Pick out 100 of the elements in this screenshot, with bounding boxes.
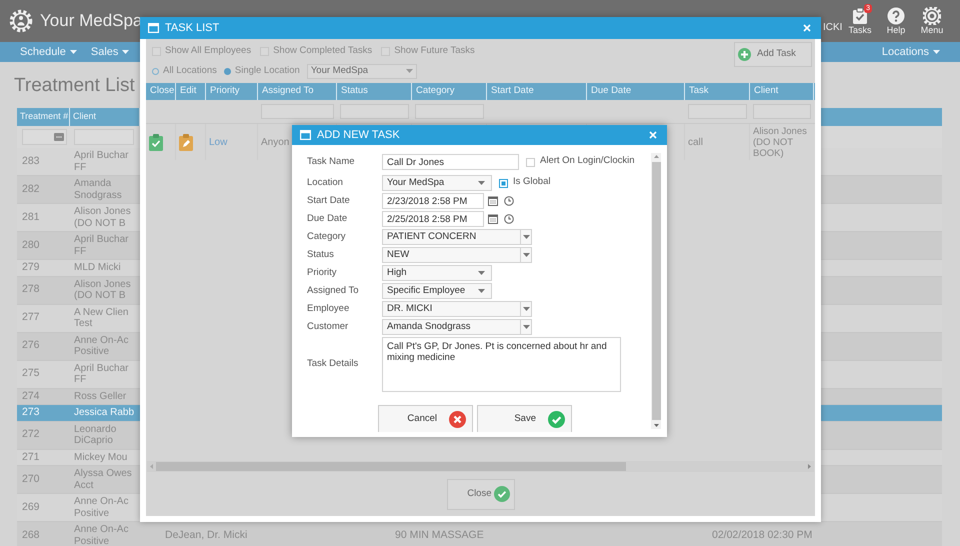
- app-logo-text: Your MedSpa: [40, 10, 142, 32]
- caret-icon: [522, 307, 530, 311]
- caret-icon: [522, 325, 530, 329]
- client-name: Amanda Snodgrass: [74, 178, 122, 201]
- scrollbar-thumb[interactable]: [652, 162, 660, 420]
- caret-icon: [933, 50, 940, 54]
- clipboard-check-icon: [149, 134, 163, 150]
- checkbox-label: Is Global: [513, 175, 550, 189]
- column-header[interactable]: Client: [750, 83, 814, 100]
- client-name: Leonardo DiCaprio: [74, 424, 116, 446]
- treatment-number: 280: [22, 238, 40, 251]
- table-cell: 90 MIN MASSAGE: [395, 528, 484, 541]
- treatment-number: 269: [22, 500, 40, 513]
- ellipsis-icon: [54, 133, 64, 141]
- text-field[interactable]: Call Dr Jones: [382, 154, 519, 170]
- nav-menu-item[interactable]: Schedule: [20, 44, 77, 60]
- priority-link[interactable]: Low: [209, 134, 228, 150]
- radio-button[interactable]: [224, 68, 231, 74]
- task-details-field[interactable]: Call Pt's GP, Dr Jones. Pt is concerned about hr and mixing medicine: [382, 337, 621, 392]
- filter-field[interactable]: [261, 104, 334, 119]
- column-header[interactable]: Category: [412, 83, 487, 100]
- dropdown[interactable]: High: [382, 265, 492, 281]
- down-arrow-icon: [652, 422, 660, 429]
- close-button[interactable]: [647, 129, 659, 141]
- close-button[interactable]: Close: [446, 478, 514, 510]
- column-header[interactable]: Start Date: [487, 83, 587, 100]
- table-cell: Alison Jones (DO NOT BOOK): [753, 126, 807, 158]
- column-header[interactable]: Due Date: [587, 83, 685, 100]
- column-header[interactable]: Status: [337, 83, 412, 100]
- caret-icon: [70, 50, 77, 54]
- field-label: Employee: [307, 302, 350, 316]
- dropdown[interactable]: DR. MICKI: [382, 301, 532, 317]
- settings-icon: [923, 6, 941, 24]
- toolbar-button[interactable]: Help: [882, 6, 910, 36]
- filter-field[interactable]: [340, 104, 409, 119]
- field-label: Start Date: [307, 194, 351, 208]
- filter-field[interactable]: [22, 129, 67, 145]
- horizontal-scrollbar[interactable]: [147, 461, 814, 472]
- field-label: Assigned To: [307, 284, 360, 298]
- dropdown[interactable]: NEW: [382, 247, 532, 263]
- client-name: April Buchar FF: [74, 150, 128, 173]
- plus-icon: [738, 48, 751, 61]
- add-task-button[interactable]: Add Task: [734, 42, 812, 67]
- field-label: Task Name: [307, 154, 356, 169]
- table-cell: DeJean, Dr. Micki: [165, 528, 248, 541]
- cancel-button[interactable]: Cancel: [378, 405, 473, 432]
- date-time-field[interactable]: 2/23/2018 2:58 PM: [382, 193, 484, 209]
- close-button[interactable]: [801, 22, 813, 34]
- treatment-number: 282: [22, 182, 40, 195]
- checkbox-label: Show All Employees: [165, 44, 252, 58]
- caret-icon: [478, 181, 485, 185]
- treatment-number: 273: [22, 406, 40, 418]
- caret-icon: [478, 289, 485, 293]
- treatment-number: 268: [22, 528, 40, 541]
- save-button[interactable]: Save: [477, 405, 572, 432]
- checkbox[interactable]: [526, 158, 535, 166]
- field-label: Priority: [307, 266, 338, 280]
- toolbar-button[interactable]: Menu: [918, 6, 946, 36]
- field-label: Task Details: [307, 356, 360, 371]
- field-label: Status: [307, 248, 335, 262]
- client-name: Alison Jones (DO NOT B: [74, 278, 131, 302]
- treatment-number: 281: [22, 210, 40, 223]
- client-name: Mickey Mou: [74, 452, 128, 463]
- client-name: Jessica Rabb: [74, 407, 134, 418]
- dropdown[interactable]: Amanda Snodgrass: [382, 319, 532, 335]
- client-name: April Buchar FF: [74, 362, 128, 386]
- table-row[interactable]: 268 Anne On-Ac Positive DeJean, Dr. Micki 90 MIN MASSAGE 02/02/2018 02:30 PM: [17, 522, 942, 546]
- clipboard-check-icon: [851, 6, 869, 24]
- treatment-number: 275: [22, 367, 40, 380]
- treatment-number: 270: [22, 472, 40, 485]
- user-name: ICKI: [823, 21, 842, 35]
- scrollbar-thumb[interactable]: [156, 462, 626, 471]
- column-header[interactable]: Priority: [206, 83, 258, 100]
- client-name: Anne On-Ac Positive: [74, 334, 128, 358]
- treatment-number: 274: [22, 390, 40, 402]
- nav-menu-item[interactable]: Locations: [882, 44, 940, 60]
- dropdown[interactable]: PATIENT CONCERN: [382, 229, 532, 245]
- nav-menu-item[interactable]: Sales: [90, 44, 130, 60]
- dropdown[interactable]: Your MedSpa: [382, 175, 492, 191]
- checkbox[interactable]: [499, 178, 508, 188]
- window-icon: [148, 23, 159, 33]
- checkbox-label: Show Future Tasks: [394, 44, 475, 58]
- caret-icon: [122, 50, 130, 54]
- filter-field[interactable]: [415, 104, 484, 119]
- location-dropdown[interactable]: Your MedSpa: [306, 64, 417, 78]
- clipboard-pencil-icon: [179, 134, 193, 150]
- checkbox-label: Show Completed Tasks: [273, 44, 372, 58]
- column-header[interactable]: Assigned To: [258, 83, 337, 100]
- column-header[interactable]: Close: [146, 83, 176, 100]
- column-header[interactable]: Edit: [176, 83, 206, 100]
- dropdown[interactable]: Specific Employee: [382, 283, 492, 299]
- clock-icon: [504, 196, 514, 206]
- checkbox-label: Alert On Login/Clockin: [540, 154, 635, 168]
- page-title: Treatment List: [14, 74, 135, 98]
- date-time-field[interactable]: 2/25/2018 2:58 PM: [382, 211, 484, 227]
- vertical-scrollbar[interactable]: [651, 153, 661, 429]
- calendar-icon: [488, 214, 498, 224]
- treatment-number: 272: [22, 428, 40, 440]
- column-header[interactable]: Task: [685, 83, 750, 100]
- radio-button[interactable]: [152, 68, 159, 74]
